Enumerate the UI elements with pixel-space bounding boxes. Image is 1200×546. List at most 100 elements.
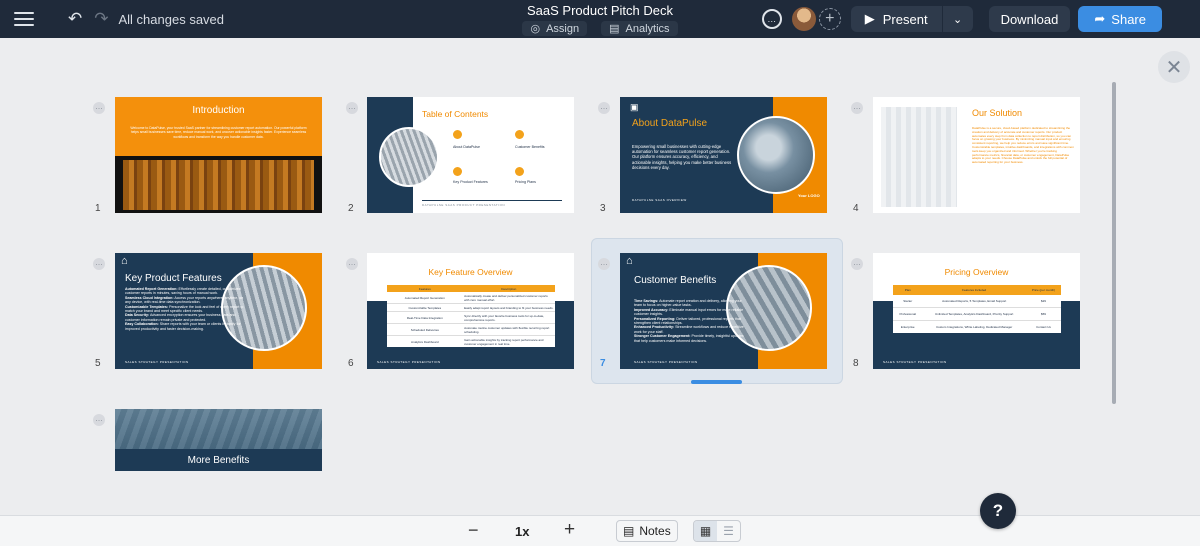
building-icon: ⌂ — [121, 255, 128, 267]
slide-number: 1 — [95, 203, 101, 214]
slide-number: 4 — [853, 203, 859, 214]
slide-number: 5 — [95, 358, 101, 369]
avatar[interactable] — [791, 7, 816, 31]
table-cell: $29 — [1040, 299, 1046, 303]
undo-icon[interactable]: ↶ — [68, 9, 82, 29]
list-view-icon[interactable]: ☰ — [717, 521, 740, 541]
notes-button[interactable]: ▤ Notes — [616, 520, 678, 542]
table-cell: Analytics Dashboard — [411, 339, 439, 344]
slide-7-more-icon[interactable]: … — [598, 258, 610, 270]
slide-4-more-icon[interactable]: … — [851, 102, 863, 114]
table-cell: Professional — [899, 312, 916, 316]
bullet-item: Data Security: Advanced encryption ensur… — [125, 313, 247, 322]
slide-thumbnail-6[interactable]: Key Feature Overview Features Descriptio… — [367, 253, 574, 369]
slide-2-more-icon[interactable]: … — [346, 102, 358, 114]
slide-title: About DataPulse — [632, 118, 708, 129]
present-button[interactable]: ▶ Present — [851, 6, 943, 32]
slide-thumbnail-9[interactable]: More Benefits — [115, 409, 322, 471]
top-bar-left: ↶ ↷ All changes saved — [14, 0, 224, 38]
table-cell: Sync directly with your favorite busines… — [464, 313, 545, 322]
building-icon: ⌂ — [626, 255, 633, 267]
deck-title[interactable]: SaaS Product Pitch Deck — [400, 3, 800, 18]
table-cell: Custom Integrations, White Labeling, Ded… — [936, 325, 1013, 329]
slide-thumbnail-1[interactable]: Introduction Welcome to DataPulse, your … — [115, 97, 322, 213]
assign-label: Assign — [546, 22, 580, 35]
table-cell: Automated Reports, 5 Templates, Email Su… — [942, 299, 1007, 303]
zoom-in-icon[interactable]: + — [564, 519, 575, 541]
table-cell: Enterprise — [900, 325, 915, 329]
slide-thumbnail-4[interactable]: Our Solution DataPulse is a secure, clou… — [873, 97, 1080, 213]
play-icon: ▶ — [864, 11, 875, 26]
assign-button[interactable]: ◎ Assign — [522, 21, 588, 36]
analytics-button[interactable]: ▤ Analytics — [601, 21, 678, 36]
slide-image-band — [115, 156, 322, 213]
slide-thumbnail-7[interactable]: ⌂ Customer Benefits Time Savings: Automa… — [620, 253, 827, 369]
zoom-level: 1x — [515, 524, 530, 539]
table-cell: Starter — [903, 299, 913, 303]
share-button[interactable]: ➦ Share — [1078, 6, 1162, 32]
slide-thumbnail-2[interactable]: Table of Contents About DataPulse Custom… — [367, 97, 574, 213]
slide-bullets: Time Savings: Automate report creation a… — [634, 299, 750, 343]
slide-body: Welcome to DataPulse, your trusted SaaS … — [130, 126, 307, 139]
slide-6-more-icon[interactable]: … — [346, 258, 358, 270]
toc-item: Key Product Features — [453, 180, 488, 184]
notes-label: Notes — [639, 524, 671, 538]
table-cell: Automate routine customer updates with f… — [464, 325, 550, 334]
table-cell: Automatically create and deliver persona… — [464, 293, 548, 302]
slide-bullets: Automated Report Generation: Effortlessl… — [125, 287, 247, 331]
slide-footer: DATAPULSE SAAS PRODUCT PRESENTATION — [422, 203, 506, 207]
building-photo — [379, 127, 439, 187]
table-header: Description — [501, 286, 517, 291]
menu-icon[interactable] — [14, 12, 34, 26]
grid-view-icon[interactable]: ▦ — [694, 521, 717, 541]
bullet-heading: Seamless Cloud Integration: — [125, 295, 174, 300]
vertical-scrollbar[interactable] — [1112, 82, 1116, 404]
table-header: Plan — [904, 288, 911, 292]
slide-thumbnail-3[interactable]: ▣ About DataPulse Empowering small busin… — [620, 97, 827, 213]
comment-icon[interactable]: … — [761, 9, 782, 29]
table-cell: Easily adapt report layouts and branding… — [464, 305, 554, 310]
toc-item: Pricing Plans — [515, 180, 536, 184]
building-photo — [115, 409, 322, 449]
slide-footer: SALES STRATEGY PRESENTATION — [883, 360, 947, 364]
table-cell: Automated Report Generation — [404, 295, 445, 300]
slide-number: 7 — [600, 358, 606, 369]
bullet-heading: Data Security: — [125, 313, 150, 318]
slide-1-more-icon[interactable]: … — [93, 102, 105, 114]
slide-9-more-icon[interactable]: … — [93, 414, 105, 426]
slide-title: Pricing Overview — [944, 267, 1009, 277]
slide-number: 8 — [853, 358, 859, 369]
share-label: Share — [1111, 11, 1146, 27]
table-cell: Unlimited Templates, Analytics Dashboard… — [935, 312, 1014, 316]
pricing-table: Plan Features Included Price (per month)… — [893, 285, 1061, 333]
close-icon[interactable]: ✕ — [1158, 51, 1190, 83]
present-options-chevron-down-icon[interactable]: ⌄ — [943, 6, 973, 32]
slide-3-more-icon[interactable]: … — [598, 102, 610, 114]
feature-table: Features Description Automated Report Ge… — [387, 285, 555, 347]
slide-thumbnail-8[interactable]: Pricing Overview Plan Features Included … — [873, 253, 1080, 369]
bullet-item: Personalized Reporting: Deliver tailored… — [634, 317, 750, 326]
bullet-heading: Customizable Templates: — [125, 304, 169, 309]
share-arrow-icon: ➦ — [1094, 11, 1106, 26]
bullet-item: Stronger Customer Engagement: Provide ti… — [634, 334, 750, 343]
top-bar-right: … + ▶ Present ⌄ Download ➦ Share — [761, 0, 1200, 38]
help-button[interactable]: ? — [980, 493, 1016, 529]
toc-item: Customer Benefits — [515, 145, 545, 149]
table-cell: Real-Time Data Integration — [406, 315, 443, 320]
slide-thumbnail-5[interactable]: ⌂ Key Product Features Automated Report … — [115, 253, 322, 369]
download-button[interactable]: Download — [988, 6, 1071, 32]
present-button-group: ▶ Present ⌄ — [850, 6, 973, 32]
redo-icon[interactable]: ↷ — [94, 9, 108, 29]
office-photo — [123, 160, 314, 210]
slide-number: 2 — [348, 203, 354, 214]
slide-5-more-icon[interactable]: … — [93, 258, 105, 270]
bullet-item: Time Savings: Automate report creation a… — [634, 299, 750, 308]
table-header: Price (per month) — [1031, 288, 1056, 292]
zoom-out-icon[interactable]: − — [468, 520, 479, 541]
bullet-heading: Time Savings: — [634, 299, 659, 303]
slide-8-more-icon[interactable]: … — [851, 258, 863, 270]
add-collaborator-icon[interactable]: + — [818, 8, 841, 30]
present-label: Present — [882, 11, 928, 27]
slide-title: Introduction — [192, 105, 245, 116]
table-header: Features — [418, 286, 431, 291]
